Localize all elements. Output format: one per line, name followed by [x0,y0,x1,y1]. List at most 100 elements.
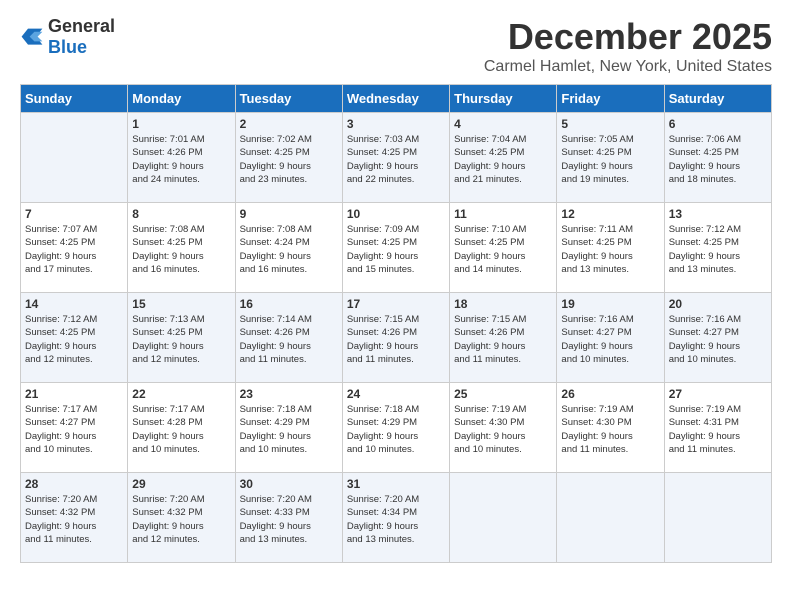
day-cell: 28Sunrise: 7:20 AM Sunset: 4:32 PM Dayli… [21,473,128,563]
day-info: Sunrise: 7:05 AM Sunset: 4:25 PM Dayligh… [561,133,659,186]
header-row: Sunday Monday Tuesday Wednesday Thursday… [21,85,772,113]
day-info: Sunrise: 7:16 AM Sunset: 4:27 PM Dayligh… [561,313,659,366]
week-row-4: 28Sunrise: 7:20 AM Sunset: 4:32 PM Dayli… [21,473,772,563]
day-info: Sunrise: 7:06 AM Sunset: 4:25 PM Dayligh… [669,133,767,186]
day-number: 12 [561,207,659,221]
day-number: 22 [132,387,230,401]
day-number: 10 [347,207,445,221]
day-cell: 11 Sunrise: 7:10 AM Sunset: 4:25 PM Dayli… [450,203,557,293]
day-cell: 16 Sunrise: 7:14 AM Sunset: 4:26 PM Dayli… [235,293,342,383]
day-cell: 20 Sunrise: 7:16 AM Sunset: 4:27 PM Dayli… [664,293,771,383]
day-number: 11 [454,207,552,221]
day-info: Sunrise: 7:14 AM Sunset: 4:26 PM Dayligh… [240,313,338,366]
day-cell: 26Sunrise: 7:19 AM Sunset: 4:30 PM Dayli… [557,383,664,473]
day-cell: 10 Sunrise: 7:09 AM Sunset: 4:25 PM Dayli… [342,203,449,293]
day-info: Sunrise: 7:17 AM Sunset: 4:28 PM Dayligh… [132,403,230,456]
day-cell: 4Sunrise: 7:04 AM Sunset: 4:25 PM Daylig… [450,113,557,203]
day-cell: 27 Sunrise: 7:19 AM Sunset: 4:31 PM Dayli… [664,383,771,473]
day-number: 18 [454,297,552,311]
day-info: Sunrise: 7:19 AM Sunset: 4:30 PM Dayligh… [454,403,552,456]
day-cell: 14 Sunrise: 7:12 AM Sunset: 4:25 PM Dayli… [21,293,128,383]
day-number: 4 [454,117,552,131]
day-info: Sunrise: 7:11 AM Sunset: 4:25 PM Dayligh… [561,223,659,276]
day-info: Sunrise: 7:20 AM Sunset: 4:32 PM Dayligh… [25,493,123,546]
header-monday: Monday [128,85,235,113]
week-row-1: 7 Sunrise: 7:07 AM Sunset: 4:25 PM Daylig… [21,203,772,293]
logo: General Blue [20,16,115,58]
day-cell: 25 Sunrise: 7:19 AM Sunset: 4:30 PM Dayli… [450,383,557,473]
day-cell: 17 Sunrise: 7:15 AM Sunset: 4:26 PM Dayli… [342,293,449,383]
header-friday: Friday [557,85,664,113]
day-info: Sunrise: 7:12 AM Sunset: 4:25 PM Dayligh… [25,313,123,366]
day-cell: 3Sunrise: 7:03 AM Sunset: 4:25 PM Daylig… [342,113,449,203]
day-info: Sunrise: 7:18 AM Sunset: 4:29 PM Dayligh… [240,403,338,456]
day-cell: 12 Sunrise: 7:11 AM Sunset: 4:25 PM Dayli… [557,203,664,293]
week-row-0: 1 Sunrise: 7:01 AM Sunset: 4:26 PM Daylig… [21,113,772,203]
day-cell: 2 Sunrise: 7:02 AM Sunset: 4:25 PM Daylig… [235,113,342,203]
day-info: Sunrise: 7:07 AM Sunset: 4:25 PM Dayligh… [25,223,123,276]
day-number: 31 [347,477,445,491]
location-title: Carmel Hamlet, New York, United States [484,58,772,76]
week-row-3: 21Sunrise: 7:17 AM Sunset: 4:27 PM Dayli… [21,383,772,473]
day-info: Sunrise: 7:18 AM Sunset: 4:29 PM Dayligh… [347,403,445,456]
day-info: Sunrise: 7:08 AM Sunset: 4:25 PM Dayligh… [132,223,230,276]
day-number: 23 [240,387,338,401]
day-cell [557,473,664,563]
day-cell: 5 Sunrise: 7:05 AM Sunset: 4:25 PM Daylig… [557,113,664,203]
header-tuesday: Tuesday [235,85,342,113]
day-number: 7 [25,207,123,221]
day-number: 1 [132,117,230,131]
day-cell: 1 Sunrise: 7:01 AM Sunset: 4:26 PM Daylig… [128,113,235,203]
day-number: 24 [347,387,445,401]
day-number: 16 [240,297,338,311]
day-number: 19 [561,297,659,311]
day-info: Sunrise: 7:13 AM Sunset: 4:25 PM Dayligh… [132,313,230,366]
day-cell: 22 Sunrise: 7:17 AM Sunset: 4:28 PM Dayli… [128,383,235,473]
month-title: December 2025 [484,16,772,58]
day-cell: 7 Sunrise: 7:07 AM Sunset: 4:25 PM Daylig… [21,203,128,293]
week-row-2: 14 Sunrise: 7:12 AM Sunset: 4:25 PM Dayli… [21,293,772,383]
day-info: Sunrise: 7:10 AM Sunset: 4:25 PM Dayligh… [454,223,552,276]
day-cell: 30Sunrise: 7:20 AM Sunset: 4:33 PM Dayli… [235,473,342,563]
day-info: Sunrise: 7:01 AM Sunset: 4:26 PM Dayligh… [132,133,230,186]
day-number: 14 [25,297,123,311]
day-cell: 13Sunrise: 7:12 AM Sunset: 4:25 PM Dayli… [664,203,771,293]
day-cell: 19 Sunrise: 7:16 AM Sunset: 4:27 PM Dayli… [557,293,664,383]
day-info: Sunrise: 7:19 AM Sunset: 4:31 PM Dayligh… [669,403,767,456]
day-cell [450,473,557,563]
day-number: 27 [669,387,767,401]
day-number: 2 [240,117,338,131]
day-info: Sunrise: 7:03 AM Sunset: 4:25 PM Dayligh… [347,133,445,186]
day-cell: 6 Sunrise: 7:06 AM Sunset: 4:25 PM Daylig… [664,113,771,203]
day-number: 26 [561,387,659,401]
day-info: Sunrise: 7:16 AM Sunset: 4:27 PM Dayligh… [669,313,767,366]
day-info: Sunrise: 7:17 AM Sunset: 4:27 PM Dayligh… [25,403,123,456]
logo-blue: Blue [48,37,87,57]
day-number: 20 [669,297,767,311]
header-saturday: Saturday [664,85,771,113]
day-info: Sunrise: 7:08 AM Sunset: 4:24 PM Dayligh… [240,223,338,276]
day-cell: 15Sunrise: 7:13 AM Sunset: 4:25 PM Dayli… [128,293,235,383]
logo-general: General [48,16,115,36]
day-number: 25 [454,387,552,401]
title-area: December 2025 Carmel Hamlet, New York, U… [484,16,772,76]
day-number: 6 [669,117,767,131]
header-wednesday: Wednesday [342,85,449,113]
logo-icon [20,27,44,47]
day-info: Sunrise: 7:20 AM Sunset: 4:34 PM Dayligh… [347,493,445,546]
day-number: 5 [561,117,659,131]
day-number: 30 [240,477,338,491]
header-sunday: Sunday [21,85,128,113]
header: General Blue December 2025 Carmel Hamlet… [20,16,772,76]
day-cell [21,113,128,203]
day-cell: 18 Sunrise: 7:15 AM Sunset: 4:26 PM Dayli… [450,293,557,383]
logo-text: General Blue [48,16,115,58]
day-cell: 31 Sunrise: 7:20 AM Sunset: 4:34 PM Dayli… [342,473,449,563]
day-number: 17 [347,297,445,311]
day-info: Sunrise: 7:15 AM Sunset: 4:26 PM Dayligh… [454,313,552,366]
day-cell: 24 Sunrise: 7:18 AM Sunset: 4:29 PM Dayli… [342,383,449,473]
day-info: Sunrise: 7:09 AM Sunset: 4:25 PM Dayligh… [347,223,445,276]
day-info: Sunrise: 7:02 AM Sunset: 4:25 PM Dayligh… [240,133,338,186]
day-info: Sunrise: 7:15 AM Sunset: 4:26 PM Dayligh… [347,313,445,366]
day-cell: 29Sunrise: 7:20 AM Sunset: 4:32 PM Dayli… [128,473,235,563]
